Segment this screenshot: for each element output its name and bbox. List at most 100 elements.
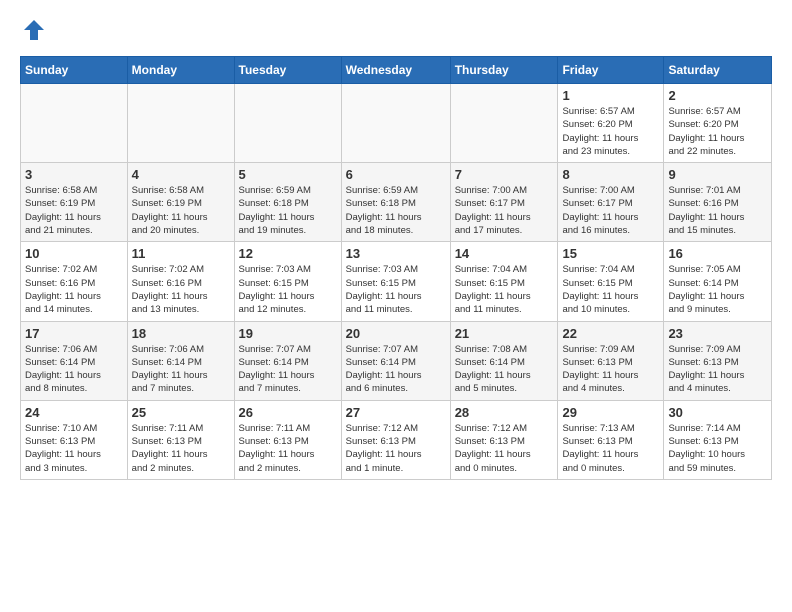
calendar-cell: 12 Sunrise: 7:03 AM Sunset: 6:15 PM Dayli… — [234, 242, 341, 321]
day-info: Sunrise: 7:09 AM Sunset: 6:13 PM Dayligh… — [668, 343, 767, 396]
calendar: Sunday Monday Tuesday Wednesday Thursday… — [20, 56, 772, 480]
day-number: 13 — [346, 246, 446, 261]
day-number: 4 — [132, 167, 230, 182]
calendar-week-3: 17 Sunrise: 7:06 AM Sunset: 6:14 PM Dayli… — [21, 321, 772, 400]
day-number: 15 — [562, 246, 659, 261]
col-thursday: Thursday — [450, 57, 558, 84]
day-info: Sunrise: 7:07 AM Sunset: 6:14 PM Dayligh… — [239, 343, 337, 396]
day-number: 6 — [346, 167, 446, 182]
day-number: 17 — [25, 326, 123, 341]
calendar-cell: 14 Sunrise: 7:04 AM Sunset: 6:15 PM Dayli… — [450, 242, 558, 321]
day-info: Sunrise: 7:11 AM Sunset: 6:13 PM Dayligh… — [239, 422, 337, 475]
calendar-cell: 4 Sunrise: 6:58 AM Sunset: 6:19 PM Daylig… — [127, 163, 234, 242]
day-number: 16 — [668, 246, 767, 261]
day-info: Sunrise: 7:05 AM Sunset: 6:14 PM Dayligh… — [668, 263, 767, 316]
calendar-cell: 6 Sunrise: 6:59 AM Sunset: 6:18 PM Daylig… — [341, 163, 450, 242]
calendar-week-2: 10 Sunrise: 7:02 AM Sunset: 6:16 PM Dayli… — [21, 242, 772, 321]
day-info: Sunrise: 6:59 AM Sunset: 6:18 PM Dayligh… — [346, 184, 446, 237]
col-wednesday: Wednesday — [341, 57, 450, 84]
day-info: Sunrise: 7:04 AM Sunset: 6:15 PM Dayligh… — [455, 263, 554, 316]
calendar-cell: 21Sunrise: 7:08 AM Sunset: 6:14 PM Dayli… — [450, 321, 558, 400]
calendar-cell: 7 Sunrise: 7:00 AM Sunset: 6:17 PM Daylig… — [450, 163, 558, 242]
day-info: Sunrise: 7:06 AM Sunset: 6:14 PM Dayligh… — [25, 343, 123, 396]
col-sunday: Sunday — [21, 57, 128, 84]
calendar-cell: 24Sunrise: 7:10 AM Sunset: 6:13 PM Dayli… — [21, 400, 128, 479]
day-info: Sunrise: 6:57 AM Sunset: 6:20 PM Dayligh… — [562, 105, 659, 158]
calendar-cell — [234, 84, 341, 163]
day-number: 11 — [132, 246, 230, 261]
day-number: 2 — [668, 88, 767, 103]
day-info: Sunrise: 7:12 AM Sunset: 6:13 PM Dayligh… — [455, 422, 554, 475]
calendar-cell: 18 Sunrise: 7:06 AM Sunset: 6:14 PM Dayli… — [127, 321, 234, 400]
calendar-cell: 13 Sunrise: 7:03 AM Sunset: 6:15 PM Dayli… — [341, 242, 450, 321]
day-info: Sunrise: 7:00 AM Sunset: 6:17 PM Dayligh… — [562, 184, 659, 237]
day-info: Sunrise: 7:00 AM Sunset: 6:17 PM Dayligh… — [455, 184, 554, 237]
day-info: Sunrise: 7:06 AM Sunset: 6:14 PM Dayligh… — [132, 343, 230, 396]
calendar-cell: 22 Sunrise: 7:09 AM Sunset: 6:13 PM Dayli… — [558, 321, 664, 400]
day-info: Sunrise: 7:01 AM Sunset: 6:16 PM Dayligh… — [668, 184, 767, 237]
day-number: 3 — [25, 167, 123, 182]
calendar-cell: 8 Sunrise: 7:00 AM Sunset: 6:17 PM Daylig… — [558, 163, 664, 242]
calendar-week-0: 1 Sunrise: 6:57 AM Sunset: 6:20 PM Daylig… — [21, 84, 772, 163]
day-number: 5 — [239, 167, 337, 182]
calendar-cell: 23 Sunrise: 7:09 AM Sunset: 6:13 PM Dayli… — [664, 321, 772, 400]
day-number: 7 — [455, 167, 554, 182]
col-tuesday: Tuesday — [234, 57, 341, 84]
calendar-cell: 19 Sunrise: 7:07 AM Sunset: 6:14 PM Dayli… — [234, 321, 341, 400]
calendar-cell: 29 Sunrise: 7:13 AM Sunset: 6:13 PM Dayli… — [558, 400, 664, 479]
day-number: 27 — [346, 405, 446, 420]
day-number: 28 — [455, 405, 554, 420]
day-info: Sunrise: 6:57 AM Sunset: 6:20 PM Dayligh… — [668, 105, 767, 158]
calendar-cell: 30Sunrise: 7:14 AM Sunset: 6:13 PM Dayli… — [664, 400, 772, 479]
calendar-cell: 9 Sunrise: 7:01 AM Sunset: 6:16 PM Daylig… — [664, 163, 772, 242]
weekday-row: Sunday Monday Tuesday Wednesday Thursday… — [21, 57, 772, 84]
calendar-cell — [450, 84, 558, 163]
day-info: Sunrise: 7:03 AM Sunset: 6:15 PM Dayligh… — [239, 263, 337, 316]
day-info: Sunrise: 7:08 AM Sunset: 6:14 PM Dayligh… — [455, 343, 554, 396]
col-friday: Friday — [558, 57, 664, 84]
calendar-cell — [127, 84, 234, 163]
day-number: 24 — [25, 405, 123, 420]
calendar-cell — [21, 84, 128, 163]
day-info: Sunrise: 7:13 AM Sunset: 6:13 PM Dayligh… — [562, 422, 659, 475]
calendar-cell: 26 Sunrise: 7:11 AM Sunset: 6:13 PM Dayli… — [234, 400, 341, 479]
day-number: 22 — [562, 326, 659, 341]
day-number: 26 — [239, 405, 337, 420]
day-info: Sunrise: 7:09 AM Sunset: 6:13 PM Dayligh… — [562, 343, 659, 396]
calendar-cell: 1 Sunrise: 6:57 AM Sunset: 6:20 PM Daylig… — [558, 84, 664, 163]
calendar-cell: 16 Sunrise: 7:05 AM Sunset: 6:14 PM Dayli… — [664, 242, 772, 321]
day-info: Sunrise: 7:03 AM Sunset: 6:15 PM Dayligh… — [346, 263, 446, 316]
calendar-cell: 17 Sunrise: 7:06 AM Sunset: 6:14 PM Dayli… — [21, 321, 128, 400]
header — [20, 16, 772, 44]
logo — [20, 16, 52, 44]
calendar-week-1: 3 Sunrise: 6:58 AM Sunset: 6:19 PM Daylig… — [21, 163, 772, 242]
day-number: 19 — [239, 326, 337, 341]
logo-icon — [20, 16, 48, 44]
day-number: 8 — [562, 167, 659, 182]
calendar-body: 1 Sunrise: 6:57 AM Sunset: 6:20 PM Daylig… — [21, 84, 772, 480]
day-info: Sunrise: 7:02 AM Sunset: 6:16 PM Dayligh… — [25, 263, 123, 316]
calendar-cell: 2 Sunrise: 6:57 AM Sunset: 6:20 PM Daylig… — [664, 84, 772, 163]
page: Sunday Monday Tuesday Wednesday Thursday… — [0, 0, 792, 496]
day-number: 9 — [668, 167, 767, 182]
day-info: Sunrise: 6:58 AM Sunset: 6:19 PM Dayligh… — [132, 184, 230, 237]
day-number: 25 — [132, 405, 230, 420]
day-number: 18 — [132, 326, 230, 341]
calendar-cell: 25 Sunrise: 7:11 AM Sunset: 6:13 PM Dayli… — [127, 400, 234, 479]
calendar-cell: 27Sunrise: 7:12 AM Sunset: 6:13 PM Dayli… — [341, 400, 450, 479]
day-number: 1 — [562, 88, 659, 103]
calendar-cell: 20Sunrise: 7:07 AM Sunset: 6:14 PM Dayli… — [341, 321, 450, 400]
day-number: 29 — [562, 405, 659, 420]
day-number: 12 — [239, 246, 337, 261]
day-number: 14 — [455, 246, 554, 261]
calendar-cell: 11Sunrise: 7:02 AM Sunset: 6:16 PM Dayli… — [127, 242, 234, 321]
day-number: 23 — [668, 326, 767, 341]
day-info: Sunrise: 7:11 AM Sunset: 6:13 PM Dayligh… — [132, 422, 230, 475]
calendar-cell: 3Sunrise: 6:58 AM Sunset: 6:19 PM Daylig… — [21, 163, 128, 242]
col-monday: Monday — [127, 57, 234, 84]
calendar-cell: 10 Sunrise: 7:02 AM Sunset: 6:16 PM Dayli… — [21, 242, 128, 321]
day-number: 10 — [25, 246, 123, 261]
calendar-cell: 15 Sunrise: 7:04 AM Sunset: 6:15 PM Dayli… — [558, 242, 664, 321]
day-info: Sunrise: 7:04 AM Sunset: 6:15 PM Dayligh… — [562, 263, 659, 316]
calendar-week-4: 24Sunrise: 7:10 AM Sunset: 6:13 PM Dayli… — [21, 400, 772, 479]
